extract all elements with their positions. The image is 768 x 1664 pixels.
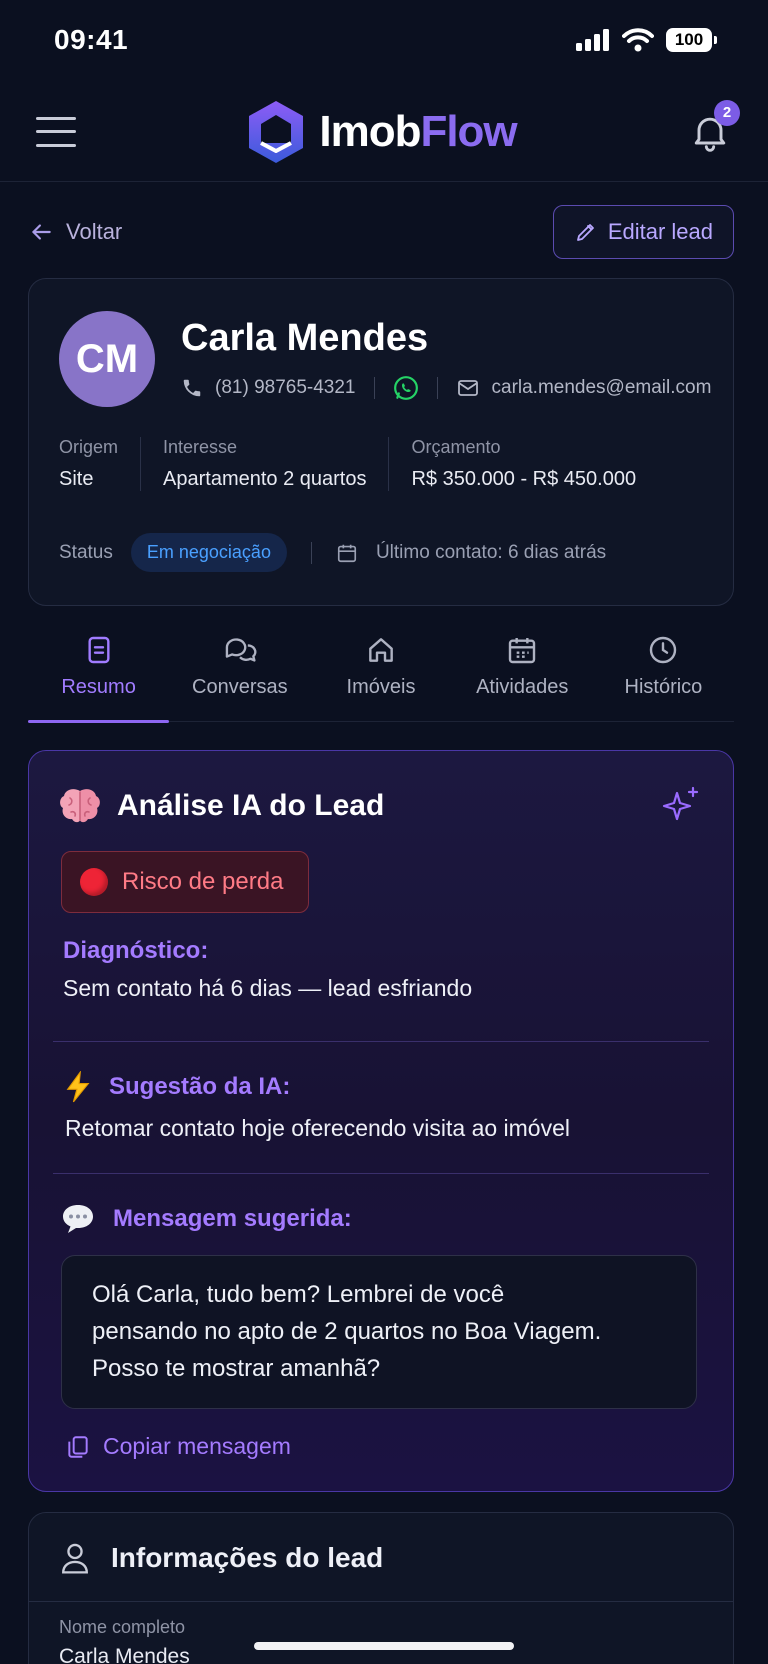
whatsapp-icon[interactable] (393, 375, 419, 401)
tab-label: Histórico (624, 676, 703, 698)
document-icon (88, 636, 110, 664)
contact-row: (81) 98765-4321 carla.mendes@email.com (181, 375, 711, 401)
brand-logo: ImobFlow (247, 99, 518, 165)
tab-label: Atividades (476, 676, 569, 698)
lead-profile-card: CM Carla Mendes (81) 98765-4321 carla.me… (28, 278, 734, 606)
back-label: Voltar (66, 219, 123, 244)
tab-label: Conversas (192, 676, 288, 698)
orcamento-value: R$ 350.000 - R$ 450.000 (411, 468, 637, 490)
status-badge[interactable]: Em negociação (130, 533, 287, 572)
fact-origem: Origem Site (59, 437, 140, 491)
tab-label: Resumo (61, 676, 136, 698)
brand-name-part1: Imob (319, 106, 421, 156)
status-icons: 100 (576, 28, 717, 52)
status-label: Status (59, 541, 113, 563)
battery-icon: 100 (666, 28, 717, 52)
message-line: Olá Carla, tudo bem? Lembrei de você (92, 1281, 505, 1308)
interesse-label: Interesse (163, 437, 238, 457)
edit-lead-button[interactable]: Editar lead (552, 205, 734, 259)
lightning-icon (66, 1071, 90, 1103)
notification-badge: 2 (714, 99, 740, 126)
brain-icon (60, 789, 100, 823)
message-section-header: Mensagem sugerida: (61, 1203, 352, 1235)
copy-icon (68, 1435, 88, 1458)
diagnosis-section: Diagnóstico: Sem contato há 6 dias — lea… (63, 937, 472, 1002)
lead-facts: Origem Site Interesse Apartamento 2 quar… (59, 437, 658, 491)
clock: 09:41 (54, 24, 129, 55)
phone-number[interactable]: (81) 98765-4321 (215, 377, 356, 399)
ai-card-title: Análise IA do Lead (117, 789, 385, 822)
orcamento-label: Orçamento (411, 437, 501, 457)
lead-toolbar: Voltar Editar lead (28, 204, 734, 260)
full-name-label: Nome completo (59, 1617, 186, 1637)
menu-icon[interactable] (36, 116, 76, 147)
diagnosis-text: Sem contato há 6 dias — lead esfriando (63, 975, 473, 1001)
tab-resumo[interactable]: Resumo (28, 626, 170, 723)
calendar-icon (509, 638, 536, 664)
mail-icon (457, 380, 478, 396)
app-header: ImobFlow 2 (0, 82, 768, 182)
clock-icon (650, 636, 677, 664)
back-button[interactable]: Voltar (28, 219, 122, 245)
suggestion-section: Sugestão da IA: Retomar contato hoje ofe… (63, 1071, 570, 1142)
brand-name-part2: Flow (420, 106, 517, 156)
message-line: pensando no apto de 2 quartos no Boa Via… (92, 1318, 602, 1345)
risk-label: Risco de perda (122, 868, 284, 895)
fact-orcamento: Orçamento R$ 350.000 - R$ 450.000 (388, 437, 658, 491)
pencil-icon (576, 224, 594, 241)
chat-bubbles-icon (225, 638, 257, 662)
message-label: Mensagem sugerida: (113, 1205, 352, 1232)
tab-imoveis[interactable]: Imóveis (310, 626, 451, 721)
full-name-value: Carla Mendes (59, 1645, 190, 1664)
ai-card-header: Análise IA do Lead (59, 787, 384, 825)
suggestion-label: Sugestão da IA: (109, 1073, 291, 1100)
tab-conversas[interactable]: Conversas (169, 626, 310, 721)
origem-label: Origem (59, 437, 119, 457)
home-indicator[interactable] (254, 1642, 514, 1650)
status-row: Status Em negociação Último contato: 6 d… (59, 533, 606, 572)
calendar-icon (337, 544, 357, 562)
risk-badge: Risco de perda (61, 851, 309, 913)
divider (53, 1041, 709, 1042)
avatar: CM (59, 311, 155, 407)
logo-icon (249, 100, 304, 163)
tab-label: Imóveis (346, 676, 416, 698)
sparkle-icon (662, 786, 699, 821)
notifications-button[interactable]: 2 (688, 99, 740, 154)
user-icon (62, 1543, 88, 1574)
last-contact: Último contato: 6 dias atrás (375, 541, 607, 563)
arrow-left-icon (32, 224, 51, 240)
signal-icon (576, 29, 609, 51)
message-line: Posso te mostrar amanhã? (92, 1355, 381, 1382)
lead-name: Carla Mendes (181, 317, 429, 359)
home-icon (369, 638, 393, 662)
edit-lead-label: Editar lead (607, 219, 713, 244)
divider (53, 1173, 709, 1174)
fact-interesse: Interesse Apartamento 2 quartos (140, 437, 388, 491)
tab-historico[interactable]: Histórico (593, 626, 734, 721)
red-circle-icon (80, 868, 108, 896)
ai-analysis-card: Análise IA do Lead Risco de perda Diagnó… (28, 750, 734, 1492)
suggestion-text: Retomar contato hoje oferecendo visita a… (65, 1115, 571, 1141)
copy-message-button[interactable]: Copiar mensagem (65, 1433, 291, 1460)
divider (29, 1601, 733, 1602)
info-card-header: Informações do lead (59, 1541, 383, 1575)
status-bar: 09:41 100 (0, 0, 768, 80)
interesse-value: Apartamento 2 quartos (163, 468, 367, 490)
suggested-message-box[interactable]: Olá Carla, tudo bem? Lembrei de você pen… (61, 1255, 697, 1409)
tab-atividades[interactable]: Atividades (452, 626, 593, 721)
lead-tabs: Resumo Conversas Imóveis Atividades Hist… (28, 626, 734, 723)
wifi-icon (622, 28, 654, 52)
speech-bubble-icon (63, 1205, 93, 1233)
info-card-title: Informações do lead (111, 1542, 384, 1573)
email-address[interactable]: carla.mendes@email.com (492, 377, 712, 399)
diagnosis-label: Diagnóstico: (63, 937, 209, 964)
origem-value: Site (59, 468, 94, 490)
copy-message-label: Copiar mensagem (103, 1433, 291, 1459)
phone-icon (183, 379, 201, 397)
